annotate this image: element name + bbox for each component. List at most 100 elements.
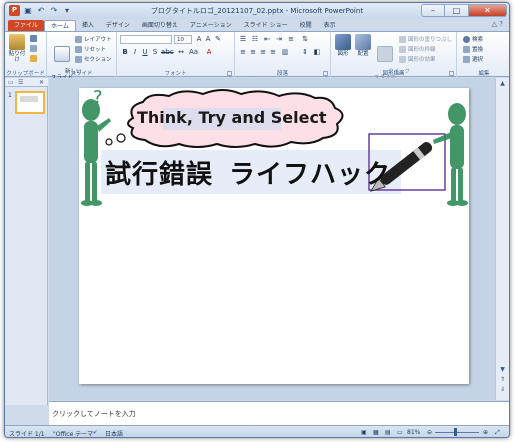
outline-icon (399, 45, 406, 53)
strikethrough-icon[interactable]: abc (161, 48, 174, 56)
bullets-icon[interactable]: ☰ (239, 35, 247, 43)
numbering-icon[interactable]: ☷ (251, 35, 259, 43)
slides-tab-icon[interactable]: ▭ (8, 79, 14, 86)
change-case-icon[interactable]: Aa (189, 48, 198, 56)
fit-to-window-icon[interactable]: ⤢ (495, 429, 500, 437)
slides-group: 新しい スライド レイアウト リセット セクション スライド (47, 32, 117, 81)
grow-font-icon[interactable]: A (195, 35, 203, 43)
font-label: フォント (164, 71, 187, 77)
tab-animations[interactable]: アニメーション (184, 20, 238, 31)
tab-design[interactable]: デザイン (100, 20, 136, 31)
align-text-icon[interactable]: ⇕ (301, 48, 309, 56)
paragraph-group: ☰ ☷ ⇤ ⇥ ≡ ⇅ ≡ ≡ ≡ ≡ ▥ ⇕ ◧ 段落 (235, 32, 331, 78)
shadow-icon[interactable]: S (151, 48, 159, 56)
select-button[interactable]: 選択 (463, 55, 483, 63)
smartart-icon[interactable]: ◧ (313, 48, 321, 56)
paragraph-dialog-launcher[interactable] (323, 71, 328, 76)
font-name-combo[interactable] (120, 35, 172, 44)
font-dialog-launcher[interactable] (227, 71, 232, 76)
thought-bubble-small (105, 138, 113, 146)
line-spacing-icon[interactable]: ≡ (287, 35, 295, 43)
decrease-indent-icon[interactable]: ⇤ (263, 35, 271, 43)
section-button[interactable]: セクション (75, 55, 112, 63)
paste-button[interactable]: 貼り付け (7, 34, 27, 63)
font-color-icon[interactable]: A (205, 48, 213, 56)
cut-icon[interactable] (30, 35, 37, 42)
char-spacing-icon[interactable]: ↔ (177, 48, 185, 56)
notes-pane[interactable]: クリックしてノートを入力 (49, 401, 509, 425)
paragraph-label: 段落 (276, 71, 288, 77)
shape-outline-button[interactable]: 図形の枠線 (399, 45, 436, 53)
zoom-slider-thumb[interactable] (454, 428, 457, 436)
slide-thumbnail-panel: ▭ ☰ ✕ 1 (5, 78, 48, 405)
tab-transitions[interactable]: 画面切り替え (136, 20, 184, 31)
tab-view[interactable]: 表示 (318, 20, 342, 31)
title-kana-text[interactable]: ライフハック (229, 154, 391, 191)
scroll-down-icon[interactable]: ▼ (498, 366, 507, 375)
reset-button[interactable]: リセット (75, 45, 106, 53)
help-icon[interactable]: ? (499, 20, 503, 28)
close-button[interactable]: ✕ (469, 4, 507, 17)
slide-sorter-icon[interactable]: ▦ (373, 429, 379, 436)
bold-icon[interactable]: B (121, 48, 129, 56)
maximize-button[interactable]: □ (445, 4, 469, 17)
tab-review[interactable]: 校閲 (294, 20, 318, 31)
align-right-icon[interactable]: ≡ (259, 48, 267, 56)
title-kanji-text[interactable]: 試行錯誤 (105, 154, 213, 191)
editing-group: 検索 置換 選択 編集 (457, 32, 509, 78)
language-indicator[interactable]: 日本語 (105, 429, 123, 437)
outline-tab-icon[interactable]: ☰ (18, 79, 23, 86)
normal-view-icon[interactable]: ▣ (361, 429, 367, 436)
shape-effects-button[interactable]: 図形の効果 (399, 55, 436, 63)
align-center-icon[interactable]: ≡ (249, 48, 257, 56)
increase-indent-icon[interactable]: ⇥ (275, 35, 283, 43)
tab-slideshow[interactable]: スライド ショー (238, 20, 294, 31)
tab-file[interactable]: ファイル (8, 20, 45, 31)
cloud-slogan-text[interactable]: Think, Try and Select (137, 108, 327, 127)
font-size-combo[interactable]: 10 (174, 35, 192, 44)
reading-view-icon[interactable]: ▤ (385, 429, 391, 436)
drawing-dialog-launcher[interactable] (449, 71, 454, 76)
zoom-level[interactable]: 81% (407, 429, 420, 436)
shrink-font-icon[interactable]: A (204, 35, 212, 43)
italic-icon[interactable]: I (131, 48, 139, 56)
spellcheck-icon[interactable]: ✓ (93, 429, 98, 436)
align-left-icon[interactable]: ≡ (239, 48, 247, 56)
replace-icon (463, 45, 470, 53)
scroll-up-icon[interactable]: ▲ (498, 80, 507, 89)
slideshow-view-icon[interactable]: ▭ (397, 429, 403, 436)
columns-icon[interactable]: ▥ (281, 48, 289, 56)
tab-insert[interactable]: 挿入 (76, 20, 100, 31)
minimize-ribbon-icon[interactable]: △ (492, 20, 497, 28)
zoom-in-icon[interactable]: ⊕ (483, 429, 488, 436)
thought-bubble-medium (116, 133, 126, 143)
shapes-button[interactable]: 図形 (334, 34, 352, 57)
slide-canvas[interactable]: ? Think, Try and Select 試行錯誤 ライフハック (79, 88, 469, 384)
zoom-out-icon[interactable]: ⊖ (427, 429, 432, 436)
previous-slide-icon[interactable]: ⇑ (498, 376, 507, 385)
select-icon (463, 55, 470, 63)
format-painter-icon[interactable] (30, 55, 37, 62)
justify-icon[interactable]: ≡ (269, 48, 277, 56)
next-slide-icon[interactable]: ⇓ (498, 386, 507, 395)
arrange-button[interactable]: 配置 (354, 34, 372, 57)
copy-icon[interactable] (30, 45, 37, 52)
layout-button[interactable]: レイアウト (75, 35, 112, 43)
find-button[interactable]: 検索 (463, 35, 483, 43)
replace-button[interactable]: 置換 (463, 45, 483, 53)
zoom-slider[interactable] (435, 432, 479, 433)
notes-placeholder: クリックしてノートを入力 (52, 410, 136, 418)
vertical-scrollbar[interactable]: ▲ ▼ ⇑ ⇓ (495, 78, 509, 400)
minimize-button[interactable]: – (421, 4, 445, 17)
slide-thumbnail[interactable] (15, 91, 45, 114)
underline-icon[interactable]: U (141, 48, 149, 56)
clear-format-icon[interactable]: ✎ (214, 35, 222, 43)
text-direction-icon[interactable]: ⇅ (301, 35, 309, 43)
shape-fill-button[interactable]: 図形の塗りつぶし (399, 35, 452, 43)
ribbon-tabs: ファイル ホーム 挿入 デザイン 画面切り替え アニメーション スライド ショー… (5, 19, 509, 31)
tab-home[interactable]: ホーム (44, 20, 76, 31)
find-icon (463, 35, 470, 43)
close-panel-icon[interactable]: ✕ (39, 79, 44, 86)
paste-icon (9, 34, 25, 50)
title-bar: P ▣ ↶ ↷ ▾ ブログタイトルロゴ_20121107_02.pptx - M… (5, 3, 509, 19)
